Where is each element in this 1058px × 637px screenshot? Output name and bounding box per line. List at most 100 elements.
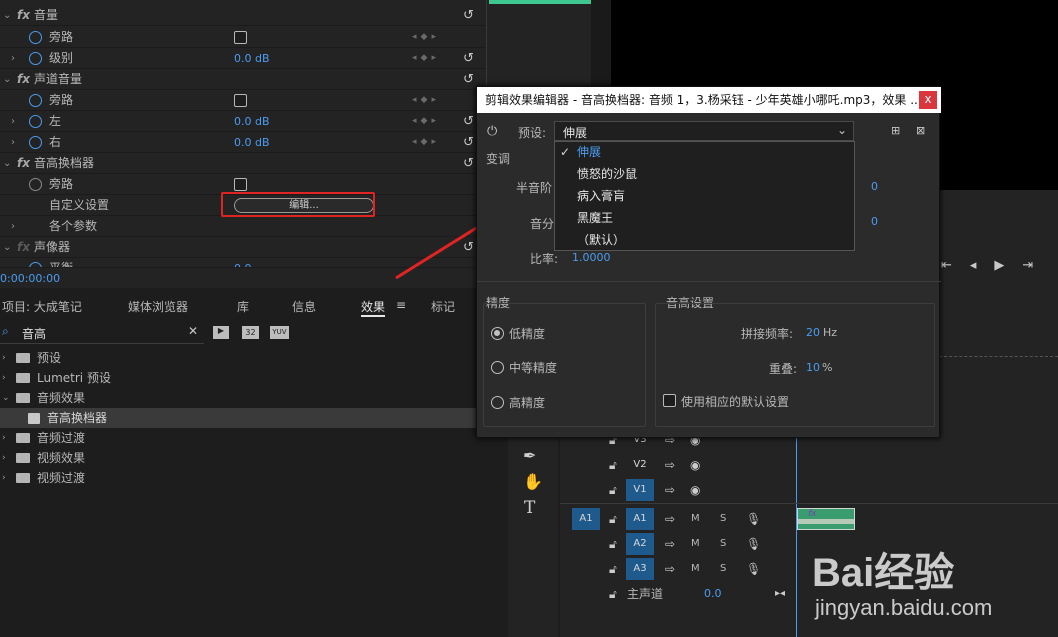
tree-item-audio-transitions[interactable]: › 音频过渡 [0, 428, 500, 448]
reset-icon[interactable]: ↺ [463, 132, 474, 153]
reset-icon[interactable]: ↺ [463, 69, 474, 90]
chevron-right-icon[interactable]: › [2, 348, 6, 368]
radio-high-precision[interactable] [491, 396, 504, 409]
yuv-effects-icon[interactable]: YUV [270, 326, 289, 339]
bypass-checkbox[interactable] [234, 31, 247, 44]
bypass-checkbox[interactable] [234, 94, 247, 107]
high-precision-label[interactable]: 高精度 [509, 394, 545, 411]
solo-button[interactable]: S [720, 507, 726, 531]
chevron-down-icon[interactable]: ⌄ [3, 237, 11, 258]
lock-icon[interactable]: 🔓︎ [609, 557, 617, 581]
source-patch-a1[interactable]: A1 [572, 508, 600, 530]
chevron-right-icon[interactable]: › [11, 48, 15, 69]
effect-row-volume[interactable]: ⌄ fx 音量 ↺ [0, 5, 486, 26]
track-target-a1[interactable]: A1 [626, 508, 654, 530]
mute-button[interactable]: M [691, 507, 700, 531]
playhead[interactable] [796, 435, 797, 637]
tree-item-lumetri[interactable]: › Lumetri 预设 [0, 368, 500, 388]
track-a2[interactable]: 🔓︎ A2 ⇨ M S 🎙︎ [560, 532, 796, 556]
level-value[interactable]: 0.0 dB [234, 48, 270, 69]
tab-media-browser[interactable]: 媒体浏览器 [128, 298, 188, 315]
chevron-right-icon[interactable]: › [2, 428, 6, 448]
chevron-down-icon[interactable]: ⌄ [3, 5, 11, 26]
radio-low-precision[interactable] [491, 327, 504, 340]
tree-item-audio-effects[interactable]: ⌄ 音频效果 [0, 388, 500, 408]
overlap-value[interactable]: 10 [806, 361, 820, 374]
tab-info[interactable]: 信息 [292, 298, 316, 315]
save-preset-icon[interactable]: ⊞ [891, 124, 900, 137]
end-marker-icon[interactable]: ▸◂ [775, 582, 785, 606]
track-v2[interactable]: 🔓︎ V2 ⇨ ◉ [560, 453, 796, 477]
sync-lock-icon[interactable]: ⇨ [665, 478, 675, 502]
menu-icon[interactable]: ≡ [396, 298, 406, 312]
audio-clip[interactable]: fx [797, 508, 855, 530]
solo-button[interactable]: S [720, 557, 726, 581]
use-default-label[interactable]: 使用相应的默认设置 [681, 393, 789, 410]
timecode[interactable]: 0:00:00:00 [0, 272, 60, 285]
microphone-icon[interactable]: 🎙︎ [746, 557, 761, 581]
track-a1[interactable]: A1 🔓︎ A1 ⇨ M S 🎙︎ [560, 507, 796, 531]
pen-tool-icon[interactable]: ✒ [523, 446, 536, 465]
track-v1[interactable]: 🔓︎ V1 ⇨ ◉ [560, 478, 796, 502]
cents-value[interactable]: 0 [871, 215, 878, 228]
splice-frequency-value[interactable]: 20 [806, 326, 820, 339]
chevron-down-icon[interactable]: ⌄ [3, 153, 11, 174]
fx-icon[interactable]: fx [17, 153, 30, 174]
reset-icon[interactable]: ↺ [463, 5, 474, 26]
chevron-down-icon[interactable]: ⌄ [3, 69, 11, 90]
keyframe-nav-icon[interactable]: ◂◆▸ [412, 90, 440, 111]
lock-icon[interactable]: 🔓︎ [609, 453, 617, 477]
dropdown-item-stretch[interactable]: ✓ 伸展 [555, 141, 855, 163]
tree-item-pitch-shifter[interactable]: 音高换档器 [0, 408, 500, 428]
mute-button[interactable]: M [691, 557, 700, 581]
lock-icon[interactable]: 🔓︎ [609, 532, 617, 556]
stopwatch-icon[interactable] [29, 31, 42, 44]
type-tool-icon[interactable]: T [524, 498, 535, 518]
transport-controls[interactable]: ⇤◂▶⇥ [941, 258, 1051, 273]
fx-icon[interactable]: fx [17, 69, 30, 90]
chevron-right-icon[interactable]: › [2, 468, 6, 488]
tree-item-video-effects[interactable]: › 视频效果 [0, 448, 500, 468]
solo-button[interactable]: S [720, 532, 726, 556]
reset-icon[interactable]: ↺ [463, 48, 474, 69]
right-value[interactable]: 0.0 dB [234, 132, 270, 153]
reset-icon[interactable]: ↺ [463, 111, 474, 132]
medium-precision-label[interactable]: 中等精度 [509, 359, 557, 376]
chevron-right-icon[interactable]: › [11, 216, 15, 237]
chevron-right-icon[interactable]: › [2, 448, 6, 468]
keyframe-nav-icon[interactable]: ◂◆▸ [412, 27, 440, 48]
low-precision-label[interactable]: 低精度 [509, 325, 545, 342]
chevron-right-icon[interactable]: › [2, 368, 6, 388]
stopwatch-icon[interactable] [29, 178, 42, 191]
radio-medium-precision[interactable] [491, 361, 504, 374]
tab-libraries[interactable]: 库 [237, 298, 249, 315]
track-target-a2[interactable]: A2 [626, 533, 654, 555]
keyframe-nav-icon[interactable]: ◂◆▸ [412, 48, 440, 69]
fx-icon[interactable]: fx [17, 237, 30, 258]
chevron-right-icon[interactable]: › [11, 111, 15, 132]
microphone-icon[interactable]: 🎙︎ [746, 532, 761, 556]
preset-select[interactable]: 伸展 ⌄ [554, 121, 854, 141]
search-input[interactable]: 音高 [22, 325, 46, 342]
master-value[interactable]: 0.0 [704, 582, 722, 606]
accelerated-effects-icon[interactable]: ▶ [213, 326, 229, 339]
track-master[interactable]: 🔓︎ 主声道 0.0 ▸◂ [560, 582, 796, 606]
clear-search-icon[interactable]: ✕ [188, 324, 198, 338]
microphone-icon[interactable]: 🎙︎ [746, 507, 761, 531]
tree-item-video-transitions[interactable]: › 视频过渡 [0, 468, 500, 488]
delete-preset-icon[interactable]: ⊠ [916, 124, 925, 137]
track-target-v1[interactable]: V1 [626, 479, 654, 501]
use-default-checkbox[interactable] [663, 394, 676, 407]
dropdown-item-default[interactable]: （默认） [555, 229, 855, 251]
track-target-v2[interactable]: V2 [626, 454, 654, 476]
stopwatch-icon[interactable] [29, 94, 42, 107]
sync-lock-icon[interactable]: ⇨ [665, 507, 675, 531]
eye-icon[interactable]: ◉ [690, 453, 700, 477]
lock-icon[interactable]: 🔓︎ [609, 582, 617, 606]
track-target-a3[interactable]: A3 [626, 558, 654, 580]
chevron-down-icon[interactable]: ⌄ [2, 388, 10, 408]
stopwatch-icon[interactable] [29, 262, 42, 267]
hand-tool-icon[interactable]: ✋ [523, 472, 543, 491]
search-box[interactable]: ⌕ 音高 ✕ [0, 322, 204, 344]
left-value[interactable]: 0.0 dB [234, 111, 270, 132]
